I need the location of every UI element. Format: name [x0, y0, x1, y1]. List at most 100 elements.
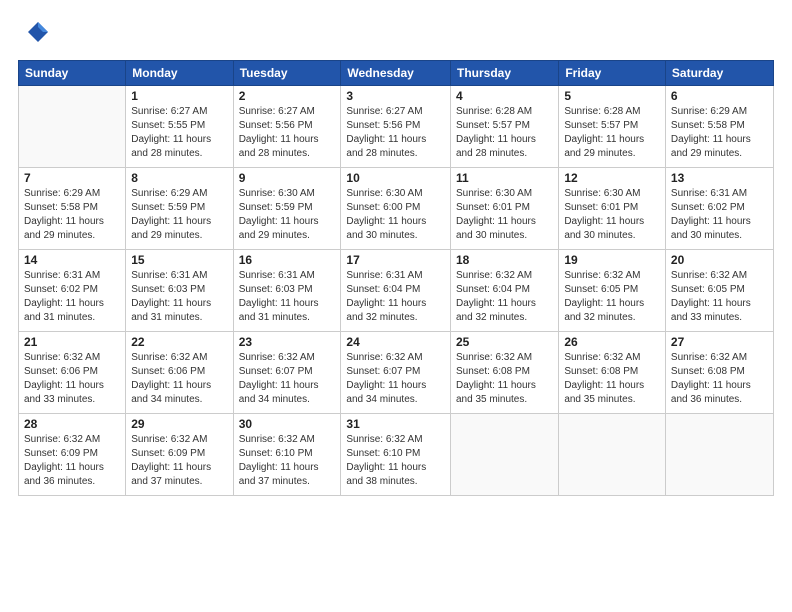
day-cell: 28 Sunrise: 6:32 AM Sunset: 6:09 PM Dayli… [19, 414, 126, 496]
day-number: 22 [131, 335, 227, 349]
day-info: Sunrise: 6:32 AM Sunset: 6:05 PM Dayligh… [671, 269, 768, 325]
day-cell [450, 414, 558, 496]
day-number: 29 [131, 417, 227, 431]
day-number: 10 [346, 171, 445, 185]
day-cell: 26 Sunrise: 6:32 AM Sunset: 6:08 PM Dayli… [559, 332, 666, 414]
day-number: 12 [564, 171, 660, 185]
day-number: 27 [671, 335, 768, 349]
day-number: 24 [346, 335, 445, 349]
day-info: Sunrise: 6:29 AM Sunset: 5:58 PM Dayligh… [24, 187, 120, 243]
col-header-thursday: Thursday [450, 61, 558, 86]
day-cell: 6Sunrise: 6:29 AM Sunset: 5:58 PM Daylig… [665, 86, 773, 168]
day-cell: 20 Sunrise: 6:32 AM Sunset: 6:05 PM Dayli… [665, 250, 773, 332]
day-info: Sunrise: 6:32 AM Sunset: 6:09 PM Dayligh… [131, 433, 227, 489]
column-header-row: SundayMondayTuesdayWednesdayThursdayFrid… [19, 61, 774, 86]
day-number: 23 [239, 335, 336, 349]
day-number: 20 [671, 253, 768, 267]
day-number: 28 [24, 417, 120, 431]
day-number: 18 [456, 253, 553, 267]
day-cell: 24 Sunrise: 6:32 AM Sunset: 6:07 PM Dayli… [341, 332, 451, 414]
day-number: 3 [346, 89, 445, 103]
day-number: 19 [564, 253, 660, 267]
day-number: 5 [564, 89, 660, 103]
day-number: 26 [564, 335, 660, 349]
day-cell: 12 Sunrise: 6:30 AM Sunset: 6:01 PM Dayli… [559, 168, 666, 250]
day-cell: 9Sunrise: 6:30 AM Sunset: 5:59 PM Daylig… [233, 168, 341, 250]
day-number: 15 [131, 253, 227, 267]
week-row-3: 14 Sunrise: 6:31 AM Sunset: 6:02 PM Dayli… [19, 250, 774, 332]
col-header-tuesday: Tuesday [233, 61, 341, 86]
day-cell: 29 Sunrise: 6:32 AM Sunset: 6:09 PM Dayli… [126, 414, 233, 496]
day-cell: 30 Sunrise: 6:32 AM Sunset: 6:10 PM Dayli… [233, 414, 341, 496]
day-info: Sunrise: 6:27 AM Sunset: 5:56 PM Dayligh… [239, 105, 336, 161]
day-number: 7 [24, 171, 120, 185]
day-info: Sunrise: 6:32 AM Sunset: 6:04 PM Dayligh… [456, 269, 553, 325]
day-info: Sunrise: 6:29 AM Sunset: 5:59 PM Dayligh… [131, 187, 227, 243]
day-cell: 19Sunrise: 6:32 AM Sunset: 6:05 PM Dayli… [559, 250, 666, 332]
week-row-5: 28 Sunrise: 6:32 AM Sunset: 6:09 PM Dayli… [19, 414, 774, 496]
day-cell: 21 Sunrise: 6:32 AM Sunset: 6:06 PM Dayli… [19, 332, 126, 414]
col-header-sunday: Sunday [19, 61, 126, 86]
day-number: 1 [131, 89, 227, 103]
day-number: 16 [239, 253, 336, 267]
day-cell: 16 Sunrise: 6:31 AM Sunset: 6:03 PM Dayli… [233, 250, 341, 332]
day-info: Sunrise: 6:28 AM Sunset: 5:57 PM Dayligh… [456, 105, 553, 161]
week-row-2: 7 Sunrise: 6:29 AM Sunset: 5:58 PM Daylig… [19, 168, 774, 250]
day-number: 25 [456, 335, 553, 349]
day-cell: 2 Sunrise: 6:27 AM Sunset: 5:56 PM Daylig… [233, 86, 341, 168]
day-info: Sunrise: 6:31 AM Sunset: 6:02 PM Dayligh… [671, 187, 768, 243]
day-cell: 31 Sunrise: 6:32 AM Sunset: 6:10 PM Dayli… [341, 414, 451, 496]
col-header-friday: Friday [559, 61, 666, 86]
day-info: Sunrise: 6:32 AM Sunset: 6:08 PM Dayligh… [564, 351, 660, 407]
logo [18, 18, 54, 50]
day-info: Sunrise: 6:32 AM Sunset: 6:10 PM Dayligh… [346, 433, 445, 489]
page: SundayMondayTuesdayWednesdayThursdayFrid… [0, 0, 792, 612]
day-cell: 25Sunrise: 6:32 AM Sunset: 6:08 PM Dayli… [450, 332, 558, 414]
day-info: Sunrise: 6:32 AM Sunset: 6:07 PM Dayligh… [346, 351, 445, 407]
day-cell: 7 Sunrise: 6:29 AM Sunset: 5:58 PM Daylig… [19, 168, 126, 250]
day-cell: 17Sunrise: 6:31 AM Sunset: 6:04 PM Dayli… [341, 250, 451, 332]
day-number: 13 [671, 171, 768, 185]
day-info: Sunrise: 6:31 AM Sunset: 6:03 PM Dayligh… [239, 269, 336, 325]
day-info: Sunrise: 6:31 AM Sunset: 6:03 PM Dayligh… [131, 269, 227, 325]
day-cell [19, 86, 126, 168]
day-info: Sunrise: 6:30 AM Sunset: 6:01 PM Dayligh… [564, 187, 660, 243]
day-number: 21 [24, 335, 120, 349]
day-cell: 4Sunrise: 6:28 AM Sunset: 5:57 PM Daylig… [450, 86, 558, 168]
day-info: Sunrise: 6:31 AM Sunset: 6:02 PM Dayligh… [24, 269, 120, 325]
day-number: 8 [131, 171, 227, 185]
day-info: Sunrise: 6:30 AM Sunset: 5:59 PM Dayligh… [239, 187, 336, 243]
day-cell: 18 Sunrise: 6:32 AM Sunset: 6:04 PM Dayli… [450, 250, 558, 332]
day-info: Sunrise: 6:32 AM Sunset: 6:09 PM Dayligh… [24, 433, 120, 489]
calendar-table: SundayMondayTuesdayWednesdayThursdayFrid… [18, 60, 774, 496]
col-header-wednesday: Wednesday [341, 61, 451, 86]
day-cell: 3 Sunrise: 6:27 AM Sunset: 5:56 PM Daylig… [341, 86, 451, 168]
day-info: Sunrise: 6:28 AM Sunset: 5:57 PM Dayligh… [564, 105, 660, 161]
day-number: 2 [239, 89, 336, 103]
day-cell: 15 Sunrise: 6:31 AM Sunset: 6:03 PM Dayli… [126, 250, 233, 332]
logo-icon [18, 18, 50, 50]
day-info: Sunrise: 6:27 AM Sunset: 5:55 PM Dayligh… [131, 105, 227, 161]
day-number: 31 [346, 417, 445, 431]
day-cell [559, 414, 666, 496]
day-cell: 8 Sunrise: 6:29 AM Sunset: 5:59 PM Daylig… [126, 168, 233, 250]
day-info: Sunrise: 6:30 AM Sunset: 6:01 PM Dayligh… [456, 187, 553, 243]
day-cell: 10 Sunrise: 6:30 AM Sunset: 6:00 PM Dayli… [341, 168, 451, 250]
week-row-4: 21 Sunrise: 6:32 AM Sunset: 6:06 PM Dayli… [19, 332, 774, 414]
day-number: 6 [671, 89, 768, 103]
day-cell: 23Sunrise: 6:32 AM Sunset: 6:07 PM Dayli… [233, 332, 341, 414]
day-cell: 1 Sunrise: 6:27 AM Sunset: 5:55 PM Daylig… [126, 86, 233, 168]
col-header-saturday: Saturday [665, 61, 773, 86]
header [18, 18, 774, 50]
day-info: Sunrise: 6:27 AM Sunset: 5:56 PM Dayligh… [346, 105, 445, 161]
day-info: Sunrise: 6:32 AM Sunset: 6:08 PM Dayligh… [671, 351, 768, 407]
day-cell: 11Sunrise: 6:30 AM Sunset: 6:01 PM Dayli… [450, 168, 558, 250]
day-info: Sunrise: 6:30 AM Sunset: 6:00 PM Dayligh… [346, 187, 445, 243]
day-info: Sunrise: 6:32 AM Sunset: 6:06 PM Dayligh… [24, 351, 120, 407]
day-cell: 13 Sunrise: 6:31 AM Sunset: 6:02 PM Dayli… [665, 168, 773, 250]
day-number: 30 [239, 417, 336, 431]
day-number: 14 [24, 253, 120, 267]
col-header-monday: Monday [126, 61, 233, 86]
day-info: Sunrise: 6:32 AM Sunset: 6:10 PM Dayligh… [239, 433, 336, 489]
day-cell: 14 Sunrise: 6:31 AM Sunset: 6:02 PM Dayli… [19, 250, 126, 332]
